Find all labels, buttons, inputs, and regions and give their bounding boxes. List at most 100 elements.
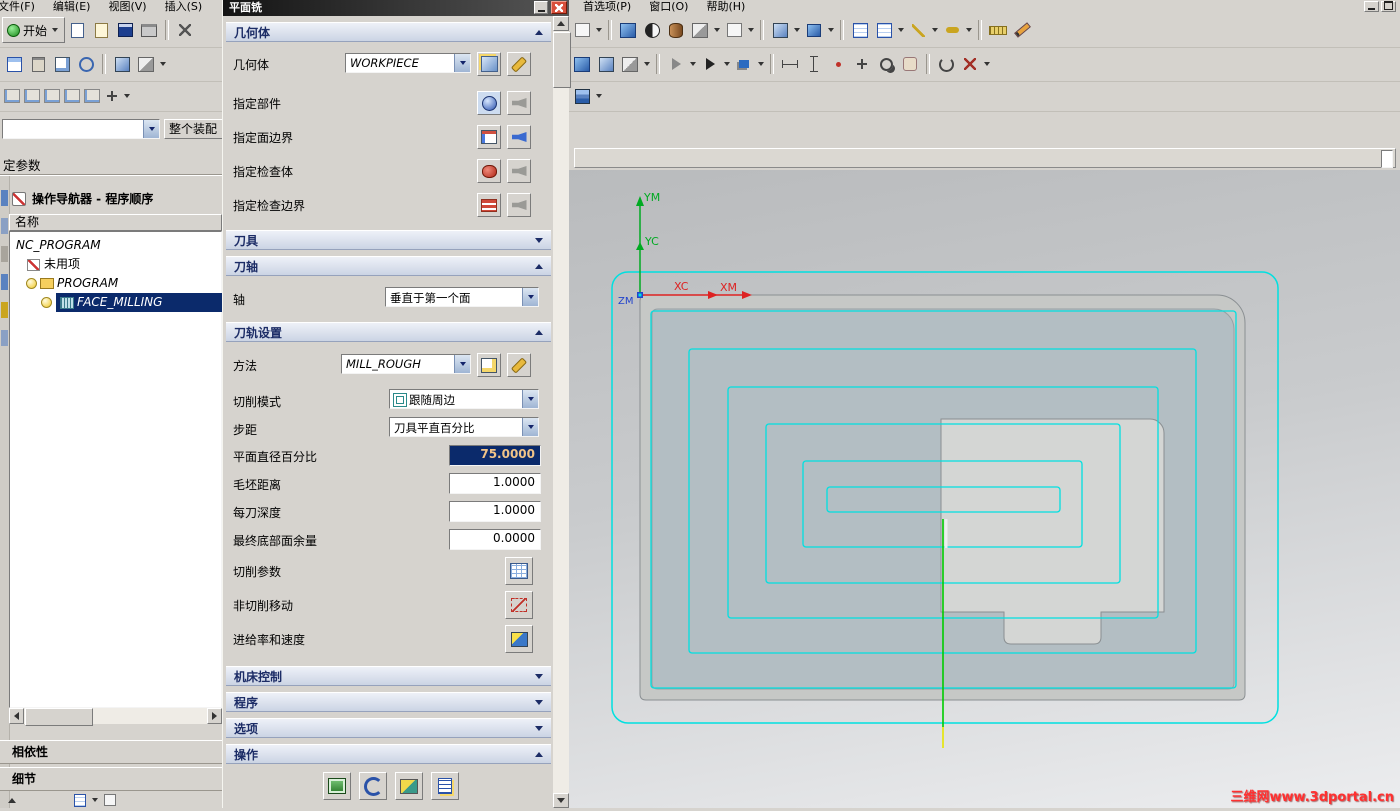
resource-bar-tab[interactable] [1,330,8,346]
key-icon[interactable] [940,18,964,42]
non-cutting-moves-button[interactable] [505,591,533,619]
replay-toolpath-button[interactable] [359,772,387,800]
tool-axis-section-header[interactable]: 刀轴 [226,256,551,276]
chevron-down-icon[interactable] [644,62,650,66]
machine-control-section-header[interactable]: 机床控制 [226,666,551,686]
operation-navigator-tree[interactable]: NC_PROGRAM 未用项 PROGRAM FACE_MILLING [9,231,222,708]
chevron-down-icon[interactable] [724,62,730,66]
chevron-down-icon[interactable] [932,28,938,32]
assembly-icon[interactable] [688,18,712,42]
chevron-down-icon[interactable] [828,28,834,32]
dropdown-arrow-icon[interactable] [454,355,470,373]
move-object-icon[interactable] [594,52,618,76]
chevron-down-icon[interactable] [690,62,696,66]
selection-scope-dropdown[interactable] [2,119,160,139]
scroll-up-button[interactable] [553,16,569,31]
new-method-button[interactable] [477,353,501,377]
resource-bar-tab[interactable] [1,246,8,262]
scroll-left-button[interactable] [9,708,24,724]
program-section-header[interactable]: 程序 [226,692,551,712]
dropdown-arrow-icon[interactable] [522,390,538,408]
method-dropdown[interactable]: MILL_ROUGH [341,354,471,374]
edit-method-button[interactable] [507,353,531,377]
menu-window[interactable]: 窗口(O) [640,0,697,13]
collapse-all-icon[interactable] [2,790,22,810]
shaded-view-icon[interactable] [616,18,640,42]
tool-section-header[interactable]: 刀具 [226,230,551,250]
flat-diameter-percent-field[interactable]: 75.0000 [449,445,541,466]
select-check-body-button[interactable] [477,159,501,183]
orient-iso-icon[interactable] [802,18,826,42]
menu-view[interactable]: 视图(V) [99,0,155,13]
menu-file[interactable]: 文件(F) [0,0,44,13]
assembly-scope-button[interactable]: 整个装配 [164,119,222,139]
resource-bar-tab[interactable] [1,190,8,206]
spreadsheet-icon[interactable] [848,18,872,42]
scroll-thumb[interactable] [25,708,93,726]
extrude-icon[interactable] [570,52,594,76]
chevron-down-icon[interactable] [596,28,602,32]
flag-icon[interactable] [732,52,756,76]
snap-grid-icon-4[interactable] [62,86,82,106]
hierarchy-icon[interactable] [618,52,642,76]
scroll-down-button[interactable] [553,793,569,808]
tree-item-program[interactable]: PROGRAM [10,274,221,293]
measure-icon[interactable] [986,18,1010,42]
play-solid-icon[interactable] [698,52,722,76]
resource-bar-tab[interactable] [1,218,8,234]
wireframe-sphere-icon[interactable] [640,18,664,42]
tree-item-nc-program[interactable]: NC_PROGRAM [10,236,221,255]
window-layout-icon[interactable] [722,18,746,42]
open-part-icon[interactable] [89,18,113,42]
chevron-down-icon[interactable] [758,62,764,66]
feeds-speeds-button[interactable] [505,625,533,653]
dialog-minimize-button[interactable] [534,1,548,14]
pattern-icon[interactable] [134,52,158,76]
chevron-down-icon[interactable] [714,28,720,32]
material-cylinder-icon[interactable] [664,18,688,42]
depth-per-cut-field[interactable]: 1.0000 [449,501,541,522]
menu-preferences[interactable]: 首选项(P) [574,0,640,13]
select-part-button[interactable] [477,91,501,115]
geometry-section-header[interactable]: 几何体 [226,22,551,42]
menu-help[interactable]: 帮助(H) [697,0,754,13]
tree-item-face-milling[interactable]: FACE_MILLING [10,293,222,312]
select-face-boundary-button[interactable] [477,125,501,149]
layer-settings-icon[interactable] [570,84,594,108]
tree-item-unused[interactable]: 未用项 [10,255,221,274]
print-icon[interactable] [137,18,161,42]
resource-bar-tab[interactable] [1,302,8,318]
datum-axis-icon[interactable] [102,86,122,106]
chevron-down-icon[interactable] [124,94,130,98]
paste-icon[interactable] [26,52,50,76]
minimize-window-button[interactable] [1364,1,1379,12]
chevron-down-icon[interactable] [596,94,602,98]
chevron-down-icon[interactable] [966,28,972,32]
snap-grid-icon-3[interactable] [42,86,62,106]
start-button[interactable]: 开始 [2,17,66,43]
wand-icon[interactable] [906,18,930,42]
orbit-view-icon[interactable] [74,52,98,76]
pan-icon[interactable] [898,52,922,76]
details-bar[interactable]: 细节 [0,767,222,791]
generate-toolpath-button[interactable] [323,772,351,800]
display-face-boundary-button[interactable] [507,125,531,149]
zoom-icon[interactable] [874,52,898,76]
menu-edit[interactable]: 编辑(E) [44,0,100,13]
close-x-icon[interactable] [958,52,982,76]
display-check-body-button[interactable] [507,159,531,183]
prompt-bar-handle[interactable] [1381,150,1393,168]
edit-sheet-icon[interactable] [872,18,896,42]
axis-dropdown[interactable]: 垂直于第一个面 [385,287,539,307]
dropdown-arrow-icon[interactable] [454,54,470,72]
geometry-dropdown[interactable]: WORKPIECE [345,53,471,73]
annotate-pencil-icon[interactable] [1010,18,1034,42]
actions-section-header[interactable]: 操作 [226,744,551,764]
new-part-icon[interactable] [65,18,89,42]
snap-grid-icon-1[interactable] [2,86,22,106]
name-column-header[interactable]: 名称 [9,214,222,231]
snap-grid-icon-5[interactable] [82,86,102,106]
tree-h-scrollbar[interactable] [9,708,222,726]
filter-sheet-icon[interactable] [70,790,90,810]
cut-icon[interactable] [173,18,197,42]
